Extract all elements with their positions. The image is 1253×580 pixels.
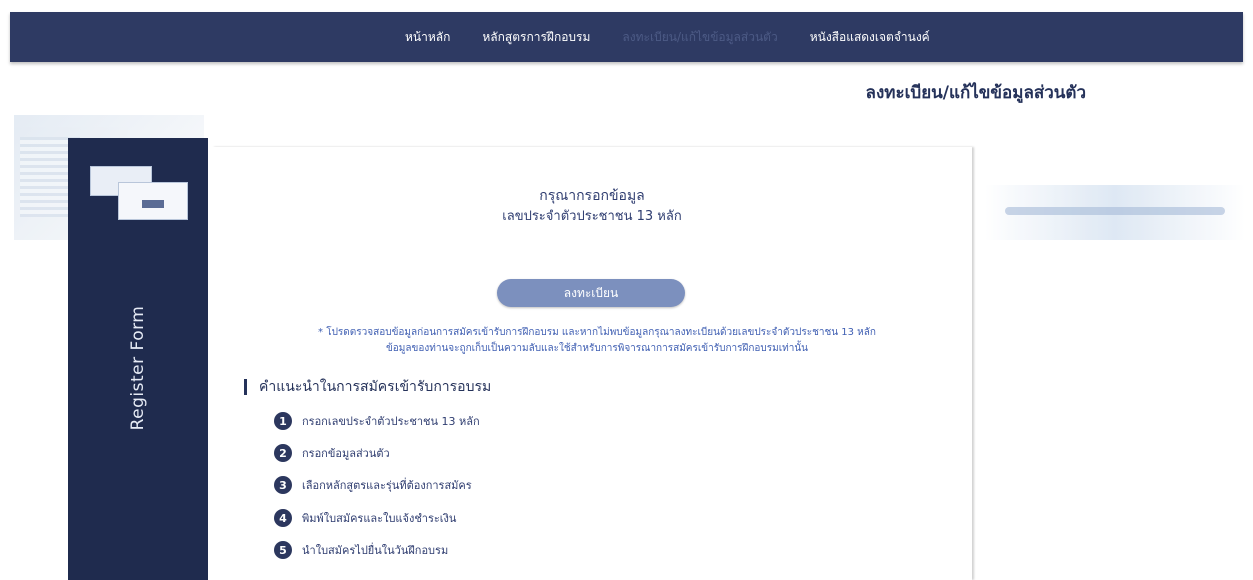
register-form-card: กรุณากรอกข้อมูล เลขประจำตัวประชาชน 13 หล…: [212, 147, 972, 580]
top-navigation-bar: หน้าหลัก หลักสูตรการฝึกอบรม ลงทะเบียน/แก…: [10, 12, 1243, 62]
step-label: นำใบสมัครไปยื่นในวันฝึกอบรม: [302, 544, 449, 557]
background-blur-graphic: [1005, 207, 1225, 215]
background-decoration-right: [985, 185, 1245, 240]
page-title: ลงทะเบียน/แก้ไขข้อมูลส่วนตัว: [865, 83, 1086, 103]
step-label: พิมพ์ใบสมัครและใบแจ้งชำระเงิน: [302, 512, 457, 525]
register-button[interactable]: ลงทะเบียน: [497, 279, 685, 307]
step-number-badge: 5: [274, 541, 292, 559]
step-item: 1 กรอกเลขประจำตัวประชาชน 13 หลัก: [274, 412, 480, 430]
step-number-badge: 4: [274, 509, 292, 527]
form-title: กรุณากรอกข้อมูล: [539, 188, 645, 204]
step-number-badge: 2: [274, 444, 292, 462]
step-item: 2 กรอกข้อมูลส่วนตัว: [274, 444, 390, 462]
form-illustration-icon: [90, 166, 188, 220]
step-item: 5 นำใบสมัครไปยื่นในวันฝึกอบรม: [274, 541, 448, 559]
nav-item-register[interactable]: ลงทะเบียน/แก้ไขข้อมูลส่วนตัว: [622, 28, 777, 47]
step-item: 4 พิมพ์ใบสมัครและใบแจ้งชำระเงิน: [274, 509, 456, 527]
register-form-sidebar: Register Form: [68, 138, 208, 580]
step-number-badge: 1: [274, 412, 292, 430]
nav-item-courses[interactable]: หลักสูตรการฝึกอบรม: [482, 28, 590, 47]
form-note-line-2: ข้อมูลของท่านจะถูกเก็บเป็นความลับและใช้ส…: [385, 343, 809, 354]
nav-menu: หน้าหลัก หลักสูตรการฝึกอบรม ลงทะเบียน/แก…: [405, 12, 962, 62]
step-label: กรอกเลขประจำตัวประชาชน 13 หลัก: [302, 415, 480, 428]
sidebar-vertical-label: Register Form: [128, 305, 148, 431]
form-subtitle: เลขประจำตัวประชาชน 13 หลัก: [502, 209, 682, 224]
nav-item-letter-of-intent[interactable]: หนังสือแสดงเจตจำนงค์: [810, 28, 930, 47]
step-number-badge: 3: [274, 476, 292, 494]
step-label: เลือกหลักสูตรและรุ่นที่ต้องการสมัคร: [302, 479, 472, 492]
form-note-line-1: * โปรดตรวจสอบข้อมูลก่อนการสมัครเข้ารับกา…: [318, 327, 876, 338]
step-label: กรอกข้อมูลส่วนตัว: [302, 447, 390, 460]
instructions-heading: คำแนะนำในการสมัครเข้ารับการอบรม: [244, 379, 491, 395]
nav-item-home[interactable]: หน้าหลัก: [405, 28, 450, 47]
step-item: 3 เลือกหลักสูตรและรุ่นที่ต้องการสมัคร: [274, 476, 472, 494]
